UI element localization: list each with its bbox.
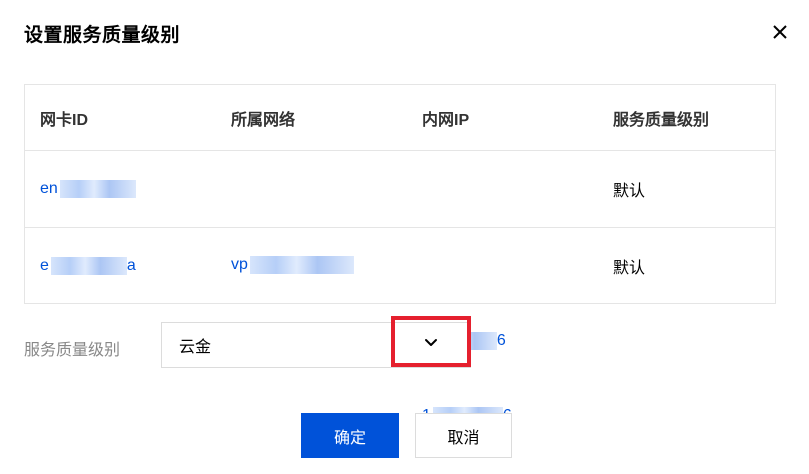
qos-select[interactable]: 云金 xyxy=(161,316,471,368)
chevron-down-icon xyxy=(425,338,437,346)
table-row: en vp 1 6 默认 xyxy=(25,151,775,350)
nic-id-text: e xyxy=(40,256,49,274)
qos-select-value: 云金 xyxy=(179,339,212,356)
col-header-qos: 服务质量级别 xyxy=(613,111,710,129)
nic-id-link[interactable]: e a xyxy=(40,228,790,303)
qos-value: 默认 xyxy=(613,183,646,200)
redaction-mask xyxy=(50,256,127,275)
confirm-button[interactable]: 确定 xyxy=(301,413,399,458)
table-row: e a vp 1 6 默认 xyxy=(25,228,775,425)
redaction-mask xyxy=(59,180,136,198)
table-header-row: 网卡ID 所属网络 内网IP 服务质量级别 xyxy=(25,85,775,151)
dialog-title: 设置服务质量级别 xyxy=(24,25,181,46)
col-header-nic-id: 网卡ID xyxy=(40,111,89,129)
dropdown-toggle-highlight[interactable] xyxy=(391,316,471,367)
col-header-network: 所属网络 xyxy=(231,111,296,129)
qos-dialog: 设置服务质量级别 网卡ID 所属网络 内网IP 服务质量级别 en vp 1 6 xyxy=(0,0,809,474)
nic-id-suffix-text: a xyxy=(126,256,136,274)
nic-id-link[interactable]: en xyxy=(40,151,790,227)
cancel-button[interactable]: 取消 xyxy=(415,413,512,458)
close-icon[interactable] xyxy=(768,20,792,44)
nic-id-text: en xyxy=(40,180,58,197)
nic-table: 网卡ID 所属网络 内网IP 服务质量级别 en vp 1 6 默认 e xyxy=(24,84,776,425)
col-header-private-ip: 内网IP xyxy=(422,111,470,129)
qos-field-label: 服务质量级别 xyxy=(24,342,121,359)
qos-value: 默认 xyxy=(613,259,646,277)
